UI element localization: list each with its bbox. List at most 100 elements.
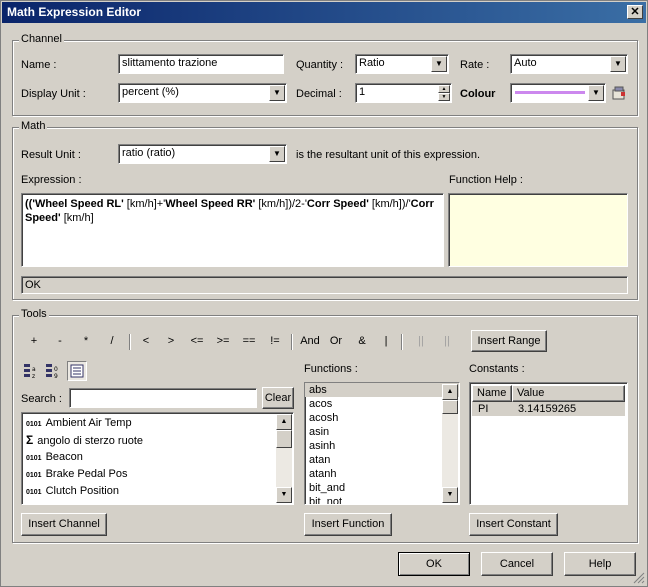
result-unit-select[interactable]: ratio (ratio) ▼ — [118, 144, 287, 164]
decimal-input[interactable]: 1 ▲ ▼ — [355, 83, 452, 103]
colour-swatch — [515, 91, 585, 94]
scroll-down-icon[interactable]: ▼ — [276, 487, 292, 503]
list-view-icon[interactable] — [67, 361, 87, 381]
scroll-up-icon[interactable]: ▲ — [276, 414, 292, 430]
insert-range-button[interactable]: Insert Range — [471, 330, 547, 352]
column-header-value-label: Value — [517, 387, 545, 399]
list-item[interactable]: Σangolo di sterzo ruote — [22, 432, 293, 449]
op-bit-and-button[interactable]: & — [355, 335, 369, 347]
op-not-equal-button[interactable]: != — [265, 335, 285, 347]
display-unit-select[interactable]: percent (%) ▼ — [118, 83, 287, 103]
op-plus-button[interactable]: + — [27, 335, 41, 347]
list-item[interactable]: atanh — [305, 467, 459, 481]
expr-channel: Wheel Speed RL' — [34, 198, 124, 210]
chevron-down-icon[interactable]: ▼ — [431, 56, 447, 72]
toolbar-separator — [401, 334, 403, 350]
clear-button[interactable]: Clear — [262, 387, 294, 409]
rate-select[interactable]: Auto ▼ — [510, 54, 628, 74]
expr-part: ((' — [25, 198, 35, 210]
quantity-select[interactable]: Ratio ▼ — [355, 54, 449, 74]
list-item[interactable]: acosh — [305, 411, 459, 425]
spin-up-icon[interactable]: ▲ — [438, 85, 450, 93]
insert-function-label: Insert Function — [311, 518, 385, 530]
op-greater-button[interactable]: > — [164, 335, 178, 347]
column-header-name[interactable]: Name — [472, 385, 512, 402]
op-bit-or-button[interactable]: | — [379, 335, 393, 347]
spin-down-icon[interactable]: ▼ — [438, 93, 450, 101]
scroll-down-icon[interactable]: ▼ — [442, 487, 458, 503]
expression-label: Expression : — [21, 174, 82, 186]
search-label: Search : — [21, 393, 62, 405]
constants-table[interactable]: Name Value PI 3.14159265 — [469, 382, 628, 505]
resize-grip-icon[interactable] — [633, 572, 645, 584]
colour-picker-icon[interactable] — [611, 85, 627, 101]
cancel-label: Cancel — [499, 558, 535, 570]
op-less-button[interactable]: < — [139, 335, 153, 347]
function-help-label: Function Help : — [449, 174, 523, 186]
chevron-down-icon[interactable]: ▼ — [269, 146, 285, 162]
op-disabled-button[interactable]: || — [413, 335, 429, 347]
list-item[interactable]: acos — [305, 397, 459, 411]
channel-list[interactable]: 0101 Ambient Air Temp Σangolo di sterzo r… — [21, 412, 294, 505]
list-item[interactable]: 0101 Brake Pedal Pos — [22, 466, 293, 483]
expr-part: [km/h]+' — [123, 198, 166, 210]
op-equal-button[interactable]: == — [239, 335, 259, 347]
insert-function-button[interactable]: Insert Function — [304, 513, 392, 536]
list-item[interactable]: atan — [305, 453, 459, 467]
list-item[interactable]: asinh — [305, 439, 459, 453]
close-icon[interactable]: ✕ — [627, 5, 643, 19]
sort-descending-icon[interactable]: 09 — [45, 362, 63, 380]
functions-list[interactable]: abs acos acosh asin asinh atan atanh bit… — [304, 382, 460, 505]
expression-editor[interactable]: (('Wheel Speed RL' [km/h]+'Wheel Speed R… — [21, 193, 444, 267]
op-or-button[interactable]: Or — [327, 335, 345, 347]
binary-channel-icon: 0101 — [26, 472, 42, 479]
functions-list-scrollbar[interactable]: ▲ ▼ — [442, 384, 458, 503]
chevron-down-icon[interactable]: ▼ — [588, 85, 604, 101]
scroll-up-icon[interactable]: ▲ — [442, 384, 458, 400]
list-item[interactable]: abs — [305, 383, 459, 397]
svg-text:9: 9 — [54, 373, 58, 380]
channel-name: angolo di sterzo ruote — [37, 435, 143, 447]
result-unit-label: Result Unit : — [21, 149, 81, 161]
binary-channel-icon: 0101 — [26, 489, 42, 496]
channel-list-scrollbar[interactable]: ▲ ▼ — [276, 414, 292, 503]
ok-button[interactable]: OK — [398, 552, 470, 576]
list-item[interactable]: 0101 Ambient Air Temp — [22, 415, 293, 432]
constants-label: Constants : — [469, 363, 525, 375]
op-less-equal-button[interactable]: <= — [187, 335, 207, 347]
insert-channel-button[interactable]: Insert Channel — [21, 513, 107, 536]
colour-select[interactable]: ▼ — [510, 83, 606, 103]
sort-ascending-icon[interactable]: az — [23, 362, 41, 380]
scroll-thumb[interactable] — [276, 430, 292, 448]
constant-value: 3.14159265 — [518, 403, 577, 415]
list-item[interactable]: bit_and — [305, 481, 459, 495]
op-multiply-button[interactable]: * — [79, 335, 93, 347]
decimal-spinner[interactable]: ▲ ▼ — [438, 85, 450, 101]
column-header-value[interactable]: Value — [512, 385, 625, 402]
ok-label: OK — [426, 558, 442, 570]
list-item[interactable]: 0101 Clutch Position — [22, 483, 293, 500]
name-input[interactable]: slittamento trazione — [118, 54, 284, 74]
expr-part: [km/h])/2-' — [255, 198, 307, 210]
expression-status: OK — [21, 276, 628, 294]
insert-constant-button[interactable]: Insert Constant — [469, 513, 558, 536]
op-and-button[interactable]: And — [298, 335, 322, 347]
cancel-button[interactable]: Cancel — [481, 552, 553, 576]
help-button[interactable]: Help — [564, 552, 636, 576]
chevron-down-icon[interactable]: ▼ — [610, 56, 626, 72]
list-item[interactable]: 0101 Beacon — [22, 449, 293, 466]
chevron-down-icon[interactable]: ▼ — [269, 85, 285, 101]
constants-header: Name Value — [472, 385, 625, 402]
op-greater-equal-button[interactable]: >= — [213, 335, 233, 347]
search-input[interactable] — [69, 388, 257, 408]
scroll-thumb[interactable] — [442, 400, 458, 414]
op-minus-button[interactable]: - — [53, 335, 67, 347]
constant-name: PI — [478, 403, 489, 415]
op-disabled-button[interactable]: || — [439, 335, 455, 347]
list-item[interactable]: asin — [305, 425, 459, 439]
op-divide-button[interactable]: / — [105, 335, 119, 347]
colour-label: Colour — [460, 88, 496, 100]
list-item[interactable]: bit_not — [305, 495, 459, 504]
table-row[interactable]: PI 3.14159265 — [472, 402, 625, 416]
title-bar[interactable]: Math Expression Editor ✕ — [2, 2, 646, 23]
